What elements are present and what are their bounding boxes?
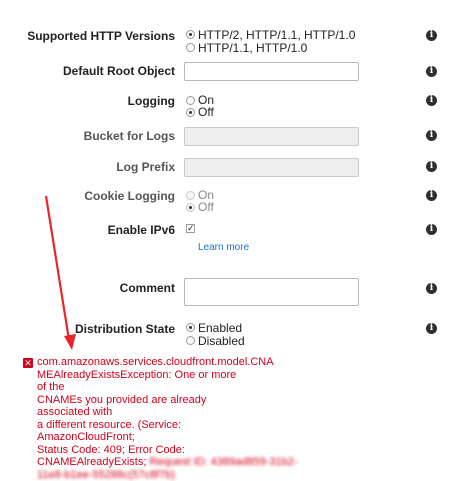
error-line-last: CNAMEAlreadyExists; Request ID: 4389ad85… bbox=[37, 456, 237, 469]
error-line: Status Code: 409; Error Code: bbox=[37, 444, 237, 457]
redacted-request-id-cont: 11e8-b1ee-55288c(57c8f7b) bbox=[37, 469, 237, 481]
redacted-request-id: Request ID: 4389ad859-31b2- bbox=[149, 456, 297, 468]
red-arrow-annotation bbox=[0, 0, 474, 436]
error-code-text: CNAMEAlreadyExists; bbox=[37, 456, 146, 468]
